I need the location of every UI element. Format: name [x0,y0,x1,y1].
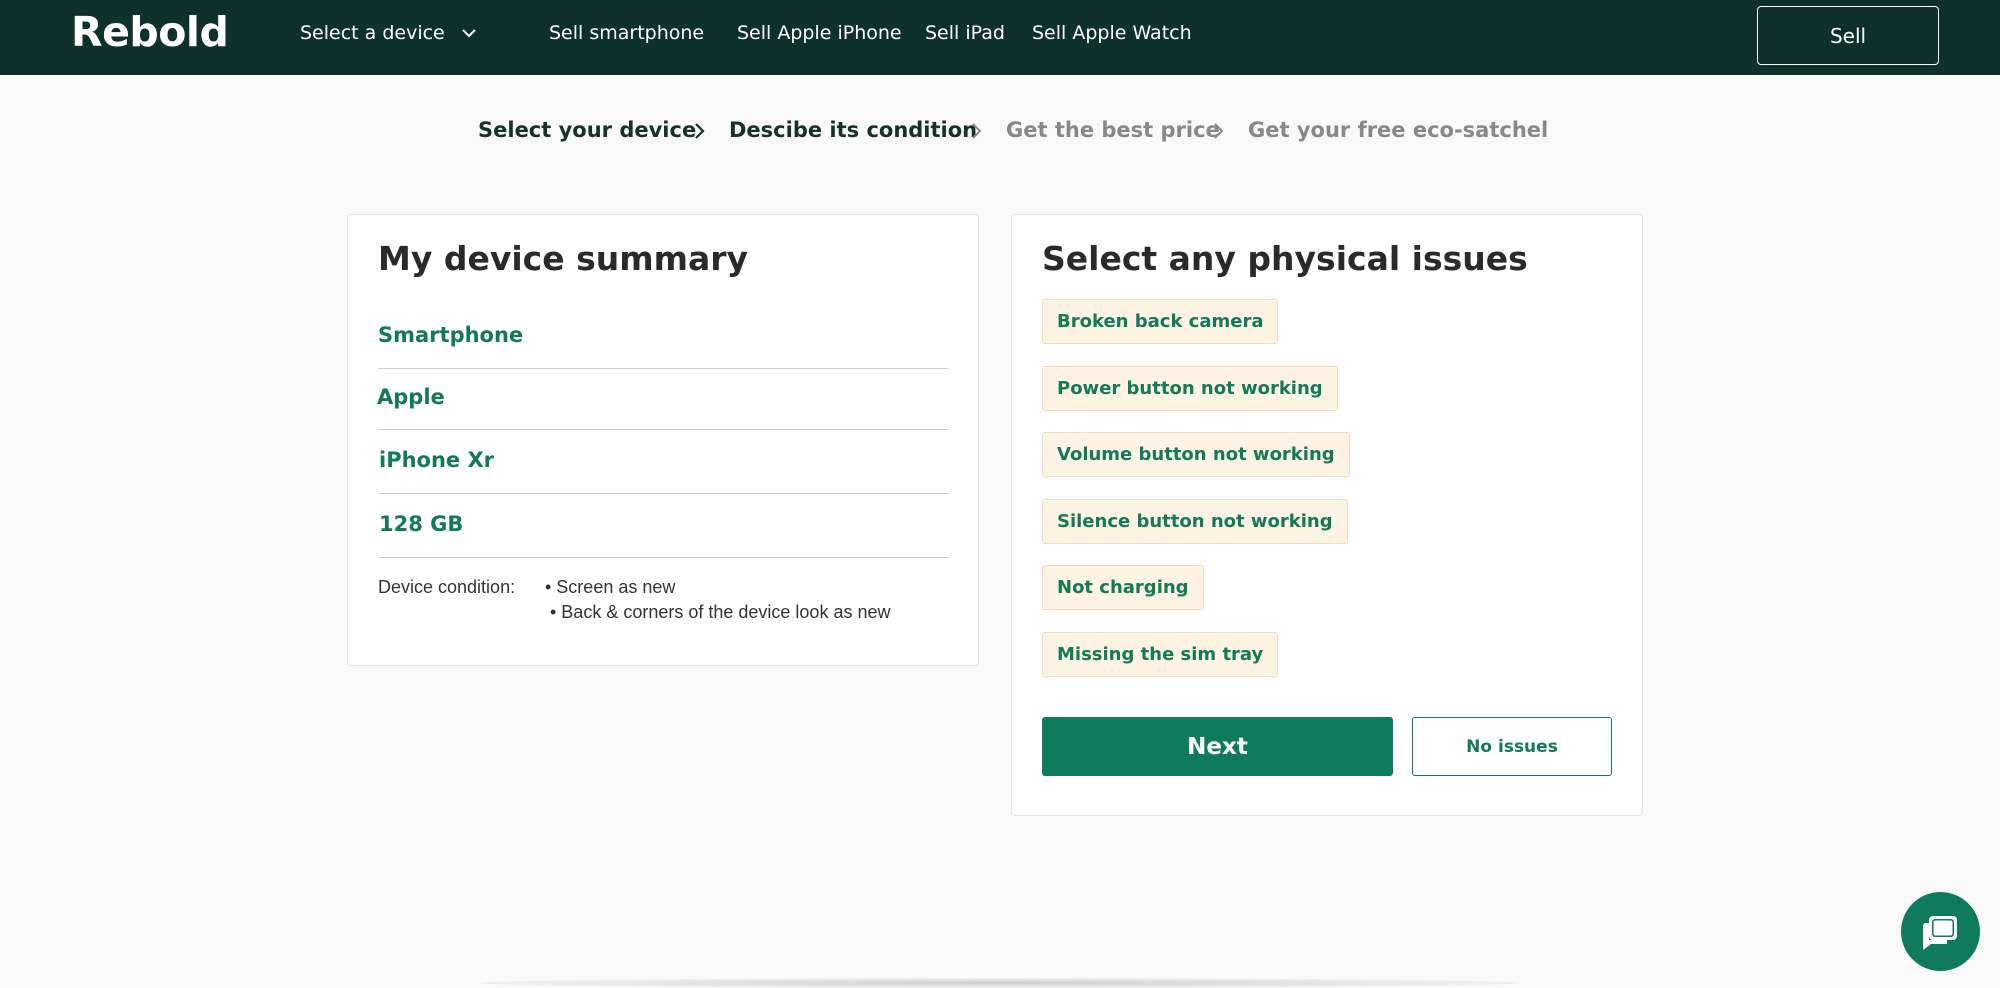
bottom-shadow [480,978,1520,988]
step-describe-condition[interactable]: Descibe its condition [729,118,977,142]
device-select-label: Select a device [300,22,445,44]
no-issues-button[interactable]: No issues [1412,717,1612,776]
nav-sell-apple-watch[interactable]: Sell Apple Watch [1032,22,1192,44]
top-navbar: Rebold Select a device Sell smartphone S… [0,0,2000,75]
issue-not-charging[interactable]: Not charging [1042,565,1204,610]
device-summary-card: My device summary Smartphone Apple iPhon… [347,214,979,666]
chat-button[interactable] [1901,892,1980,971]
chevron-down-icon [462,29,476,38]
issues-title: Select any physical issues [1042,239,1528,278]
divider [378,368,948,369]
chevron-right-icon [695,123,705,139]
divider [379,557,949,558]
step-eco-satchel: Get your free eco-satchel [1248,118,1549,142]
nav-sell-apple-iphone[interactable]: Sell Apple iPhone [737,22,902,44]
issue-missing-sim-tray[interactable]: Missing the sim tray [1042,632,1279,677]
divider [378,429,948,430]
summary-item-category[interactable]: Smartphone [378,323,948,347]
summary-title: My device summary [378,239,749,278]
issue-silence-button[interactable]: Silence button not working [1042,499,1348,544]
chat-bubble-icon [1922,915,1957,950]
step-best-price: Get the best price [1006,118,1220,142]
summary-item-brand[interactable]: Apple [377,385,947,409]
device-condition-label: Device condition: [378,577,516,597]
sell-button[interactable]: Sell [1757,6,1939,65]
chevron-right-icon [1214,123,1224,139]
nav-sell-smartphone[interactable]: Sell smartphone [549,22,704,44]
summary-item-model[interactable]: iPhone Xr [379,448,949,472]
condition-item: • Screen as new [545,577,676,597]
divider [379,493,949,494]
summary-item-storage[interactable]: 128 GB [379,512,949,536]
issue-volume-button[interactable]: Volume button not working [1042,432,1350,477]
physical-issues-card: Select any physical issues Broken back c… [1011,214,1643,816]
next-button[interactable]: Next [1042,717,1393,776]
chevron-right-icon [972,123,982,139]
logo[interactable]: Rebold [71,8,229,56]
nav-sell-ipad[interactable]: Sell iPad [925,22,1005,44]
step-select-device[interactable]: Select your device [478,118,696,142]
condition-item: • Back & corners of the device look as n… [550,602,891,622]
issue-broken-back-camera[interactable]: Broken back camera [1042,299,1279,344]
issue-power-button[interactable]: Power button not working [1042,366,1338,411]
device-select-dropdown[interactable]: Select a device [300,22,479,44]
